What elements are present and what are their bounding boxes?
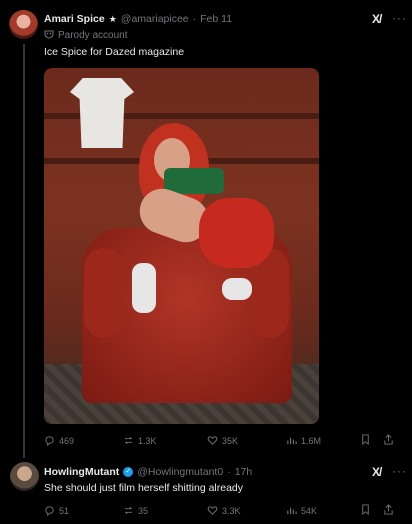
views-count: 1.6M	[300, 435, 321, 446]
views-icon	[287, 437, 297, 445]
reply-icon	[45, 436, 54, 446]
views-button[interactable]: 1.6M	[286, 435, 360, 446]
share-icon	[384, 434, 393, 445]
handle[interactable]: @amariapicee	[121, 13, 189, 25]
like-icon	[207, 436, 218, 445]
repost-icon	[124, 506, 133, 515]
tweet-text: She should just film herself shitting al…	[44, 482, 244, 494]
views-button[interactable]: 54K	[286, 505, 360, 516]
grok-icon[interactable]: X/	[372, 465, 382, 479]
views-count: 54K	[300, 505, 317, 516]
action-bar: 51 35 3.3K 54K	[44, 504, 394, 517]
decor-sock	[132, 263, 156, 313]
decor-figure-top	[164, 168, 224, 194]
parody-label-text: Parody account	[58, 30, 128, 41]
bookmark-icon	[362, 434, 369, 446]
bookmark-button[interactable]	[360, 504, 371, 517]
bookmark-button[interactable]	[360, 434, 371, 447]
action-bar-right	[360, 504, 394, 517]
handle[interactable]: @Howlingmutant0	[137, 466, 223, 478]
like-button[interactable]: 35K	[207, 435, 286, 446]
tweet-image[interactable]	[44, 68, 319, 424]
decor-sock	[222, 278, 252, 300]
verified-badge-icon: ✓	[123, 467, 134, 477]
like-icon	[207, 506, 218, 515]
share-icon	[384, 504, 393, 515]
share-button[interactable]	[383, 504, 394, 517]
more-icon[interactable]: ···	[392, 11, 407, 25]
bookmark-icon	[362, 504, 369, 516]
avatar[interactable]	[10, 462, 39, 491]
separator-dot: ·	[227, 466, 231, 478]
action-bar-right	[360, 434, 394, 447]
like-count: 35K	[221, 435, 238, 446]
separator-dot: ·	[192, 13, 197, 25]
tweet-header: HowlingMutant ✓ @Howlingmutant0 · 17h	[44, 466, 252, 478]
like-count: 3.3K	[221, 505, 241, 516]
thread-connector-line	[23, 44, 25, 458]
parody-label: Parody account	[44, 29, 128, 42]
views-icon	[287, 507, 297, 515]
timestamp[interactable]: 17h	[235, 466, 253, 478]
reply-icon	[45, 506, 54, 516]
action-bar: 469 1.3K 35K 1.6M	[44, 434, 394, 447]
tweet-text: Ice Spice for Dazed magazine	[44, 46, 185, 58]
repost-button[interactable]: 1.3K	[123, 435, 207, 446]
repost-count: 35	[138, 505, 149, 516]
display-name[interactable]: HowlingMutant	[44, 466, 119, 478]
display-name[interactable]: Amari Spice	[44, 13, 105, 25]
grok-icon[interactable]: X/	[372, 12, 382, 26]
decor-armchair-arm	[84, 248, 124, 338]
more-icon[interactable]: ···	[392, 464, 407, 478]
reply-button[interactable]: 469	[44, 435, 123, 446]
tweet-header: Amari Spice ★ @amariapicee · Feb 11	[44, 13, 232, 25]
star-icon: ★	[108, 13, 117, 24]
repost-count: 1.3K	[138, 435, 157, 446]
like-button[interactable]: 3.3K	[207, 505, 286, 516]
reply-count: 51	[59, 505, 70, 516]
share-button[interactable]	[383, 434, 394, 447]
timestamp[interactable]: Feb 11	[200, 13, 232, 25]
repost-button[interactable]: 35	[123, 505, 207, 516]
repost-icon	[124, 436, 133, 445]
reply-button[interactable]: 51	[44, 505, 123, 516]
avatar[interactable]	[9, 10, 38, 39]
reply-count: 469	[59, 435, 75, 446]
parody-mask-icon	[44, 29, 54, 42]
decor-figure-shorts	[199, 198, 274, 268]
